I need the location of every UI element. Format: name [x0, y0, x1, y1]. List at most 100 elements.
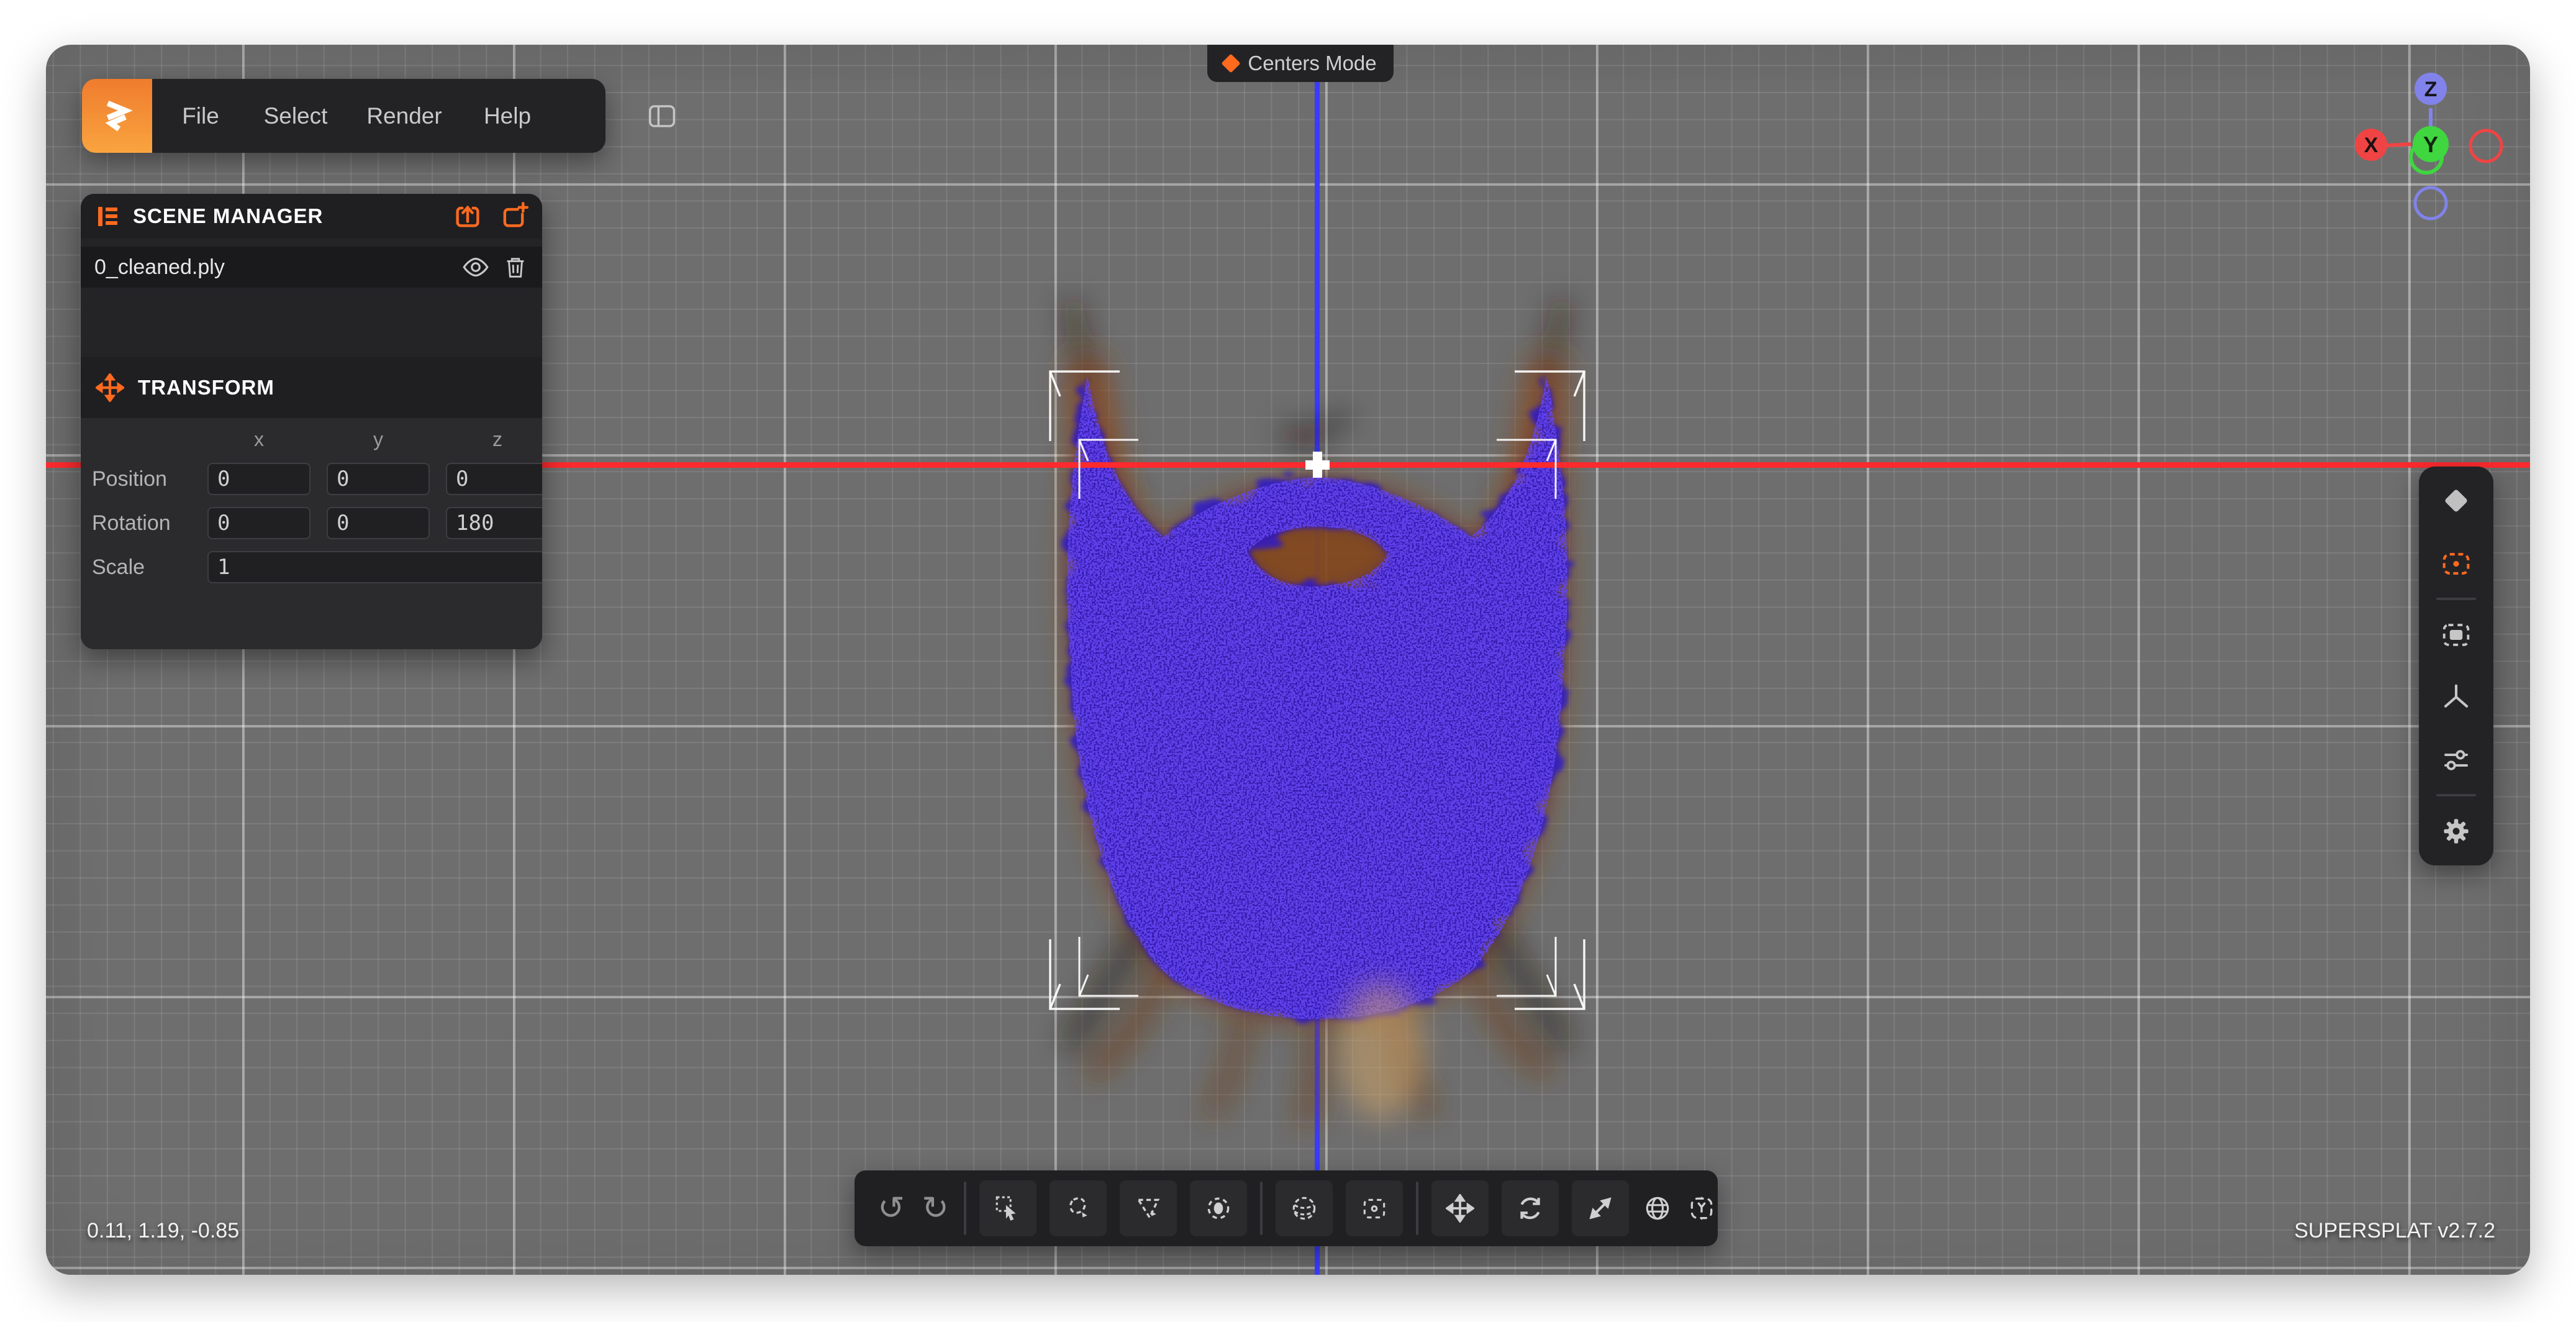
- move-icon: [96, 373, 124, 402]
- move-tool-button[interactable]: [1431, 1180, 1489, 1236]
- box-select-button[interactable]: [1346, 1180, 1403, 1236]
- position-x-field[interactable]: [207, 463, 311, 495]
- file-row[interactable]: 0_cleaned.ply: [81, 247, 542, 288]
- new-document-icon[interactable]: [499, 201, 528, 231]
- rotate-tool-button[interactable]: [1502, 1180, 1559, 1236]
- svg-text:X: X: [2364, 134, 2379, 157]
- scene-manager-title: SCENE MANAGER: [133, 204, 442, 228]
- divider: [1260, 1182, 1263, 1235]
- eye-icon[interactable]: [461, 253, 490, 281]
- scene-list-icon: [94, 203, 122, 230]
- scene-list-empty: [81, 288, 542, 357]
- menu-item-render[interactable]: Render: [366, 79, 442, 153]
- sphere-select-icon: [1290, 1194, 1318, 1223]
- scale-field[interactable]: [207, 551, 542, 583]
- supersplat-window: File Select Render Help Centers Mode: [0, 0, 2576, 1322]
- centers-icon: [2441, 548, 2472, 579]
- box-select-icon: [1360, 1194, 1389, 1223]
- gizmo-y-handle[interactable]: Y: [2413, 126, 2449, 162]
- column-header-row: x y z: [92, 428, 535, 451]
- rotation-x-field[interactable]: [207, 507, 311, 539]
- scene-manager-header: SCENE MANAGER: [81, 194, 542, 239]
- column-x: x: [207, 428, 311, 451]
- pivot-icon: [1687, 1194, 1716, 1223]
- lasso-select-button[interactable]: [1050, 1180, 1107, 1236]
- file-name: 0_cleaned.ply: [94, 255, 449, 280]
- import-file-icon[interactable]: [453, 201, 483, 231]
- menu-item-file[interactable]: File: [182, 79, 219, 153]
- frame-selection-button[interactable]: [2441, 607, 2472, 663]
- gizmo-neg-z-handle[interactable]: [2415, 188, 2446, 219]
- column-z: z: [446, 428, 542, 451]
- show-origin-button[interactable]: [2441, 669, 2472, 725]
- brush-select-icon: [1204, 1194, 1233, 1223]
- divider: [2436, 794, 2476, 796]
- picker-select-icon: [994, 1194, 1022, 1223]
- column-y: y: [327, 428, 430, 451]
- rotation-z-field[interactable]: [446, 507, 542, 539]
- divider: [964, 1182, 966, 1235]
- panel-toggle-icon[interactable]: [646, 79, 678, 153]
- lasso-select-icon: [1064, 1194, 1092, 1223]
- supersplat-logo-icon[interactable]: [82, 79, 152, 153]
- divider: [1416, 1182, 1418, 1235]
- trash-icon[interactable]: [502, 254, 528, 280]
- world-local-toggle-button[interactable]: [1642, 1180, 1673, 1236]
- right-toolbar: [2419, 467, 2493, 865]
- gizmo-neg-x-handle[interactable]: [2470, 130, 2501, 162]
- diamond-icon: [1222, 53, 1241, 73]
- transform-body: x y z Position Rotation Scale: [81, 418, 542, 649]
- centers-mode-badge: Centers Mode: [1207, 45, 1394, 82]
- camera-coordinates: 0.11, 1.19, -0.85: [87, 1219, 239, 1243]
- globe-icon: [1643, 1194, 1672, 1223]
- position-row: Position: [92, 463, 535, 495]
- polygon-select-icon: [1134, 1194, 1163, 1223]
- svg-text:Z: Z: [2424, 78, 2438, 101]
- picker-select-button[interactable]: [979, 1180, 1036, 1236]
- tripod-icon: [2441, 682, 2472, 713]
- sphere-select-button[interactable]: [1276, 1180, 1333, 1236]
- scene-manager-panel: SCENE MANAGER 0_cleaned.ply: [81, 194, 542, 649]
- scale-row: Scale: [92, 551, 535, 583]
- version-label: SUPERSPLAT v2.7.2: [2294, 1219, 2495, 1243]
- transform-header: TRANSFORM: [81, 357, 542, 418]
- mode-badge-label: Centers Mode: [1248, 52, 1376, 75]
- scale-label: Scale: [92, 555, 191, 580]
- sliders-icon: [2441, 744, 2472, 775]
- pivot-toggle-button[interactable]: [1686, 1180, 1717, 1236]
- position-z-field[interactable]: [446, 463, 542, 495]
- brush-select-button[interactable]: [1190, 1180, 1247, 1236]
- menu-bar: File Select Render Help: [82, 79, 605, 153]
- position-label: Position: [92, 467, 191, 491]
- centers-mode-button[interactable]: [2441, 536, 2472, 591]
- scale-tool-button[interactable]: [1572, 1180, 1629, 1236]
- view-options-button[interactable]: [2441, 732, 2472, 788]
- rotation-row: Rotation: [92, 507, 535, 539]
- frame-selection-icon: [2441, 619, 2472, 650]
- divider: [2436, 598, 2476, 600]
- diamond-icon: [2442, 486, 2470, 515]
- move-tool-icon: [1446, 1194, 1474, 1223]
- position-y-field[interactable]: [327, 463, 430, 495]
- transform-title: TRANSFORM: [138, 376, 527, 399]
- gizmo-z-handle[interactable]: Z: [2415, 73, 2447, 105]
- settings-button[interactable]: [2441, 803, 2472, 859]
- view-axis-gizmo: Z X Y: [2351, 65, 2510, 224]
- rotation-y-field[interactable]: [327, 507, 430, 539]
- menu-item-select[interactable]: Select: [264, 79, 328, 153]
- undo-icon: ↺: [878, 1190, 905, 1227]
- undo-button[interactable]: ↺: [876, 1180, 907, 1236]
- splat-mode-button[interactable]: [2441, 473, 2472, 529]
- gizmo-x-handle[interactable]: X: [2355, 129, 2387, 161]
- origin-marker[interactable]: [1305, 452, 1330, 478]
- rotation-label: Rotation: [92, 511, 191, 536]
- redo-button[interactable]: ↻: [920, 1180, 951, 1236]
- gear-icon: [2441, 816, 2471, 846]
- bottom-toolbar: ↺ ↻: [855, 1170, 1718, 1246]
- redo-icon: ↻: [922, 1190, 949, 1227]
- polygon-select-button[interactable]: [1120, 1180, 1177, 1236]
- scale-tool-icon: [1586, 1194, 1615, 1223]
- menu-item-help[interactable]: Help: [484, 79, 531, 153]
- svg-text:Y: Y: [2423, 132, 2438, 157]
- rotate-tool-icon: [1516, 1194, 1544, 1223]
